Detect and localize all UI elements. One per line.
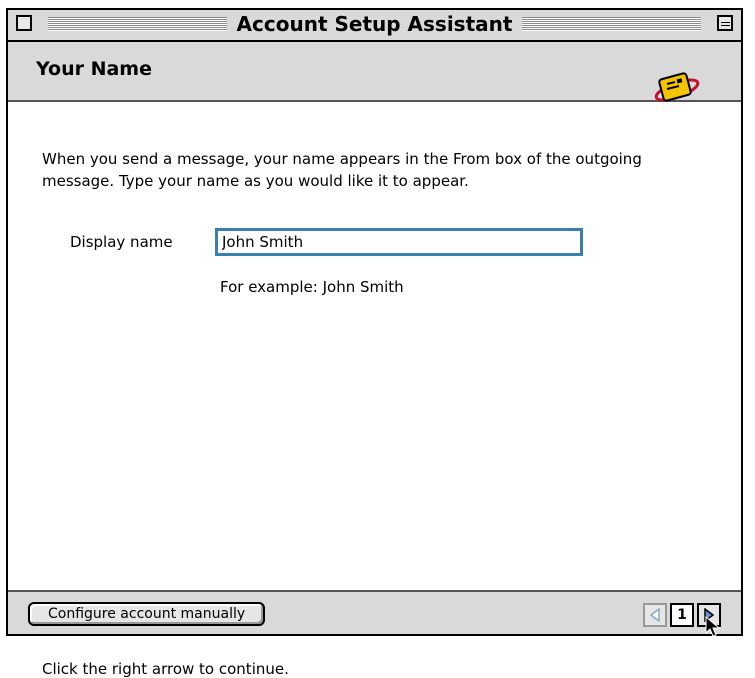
step-header: Your Name bbox=[8, 42, 741, 102]
content-area: When you send a message, your name appea… bbox=[8, 102, 741, 678]
title-bar[interactable]: Account Setup Assistant bbox=[8, 10, 741, 42]
window-title: Account Setup Assistant bbox=[226, 12, 523, 36]
example-text: For example: John Smith bbox=[220, 278, 404, 296]
mail-envelope-icon bbox=[654, 72, 700, 102]
step-heading: Your Name bbox=[36, 58, 152, 80]
configure-manually-button[interactable]: Configure account manually bbox=[28, 602, 266, 626]
continue-hint: Click the right arrow to continue. bbox=[42, 660, 289, 678]
footer-bar: Configure account manually 1 bbox=[8, 590, 741, 637]
zoom-box[interactable] bbox=[717, 15, 733, 31]
assistant-window: Account Setup Assistant Your Name When y… bbox=[6, 8, 743, 678]
mouse-cursor-icon bbox=[705, 616, 721, 637]
page-number: 1 bbox=[670, 603, 694, 627]
intro-text: When you send a message, your name appea… bbox=[42, 150, 642, 190]
display-name-label: Display name bbox=[70, 233, 173, 251]
close-box[interactable] bbox=[16, 15, 32, 31]
display-name-input[interactable] bbox=[215, 228, 583, 256]
left-arrow-icon[interactable] bbox=[643, 603, 667, 627]
